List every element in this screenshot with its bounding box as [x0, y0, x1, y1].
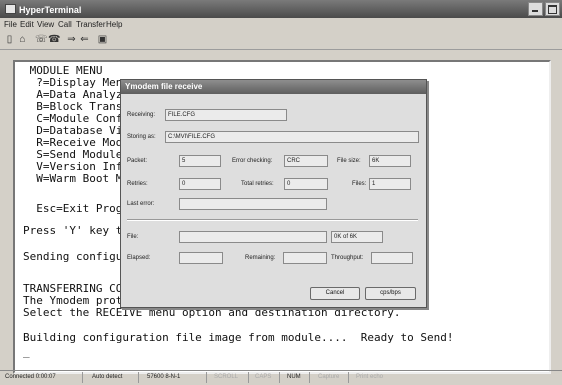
window-title: HyperTerminal	[5, 4, 81, 15]
send-icon[interactable]: ⇒	[66, 35, 77, 45]
storing-label: Storing as:	[127, 134, 156, 140]
remaining-value	[283, 252, 327, 264]
new-icon[interactable]: ▯	[4, 35, 15, 45]
open-folder-icon[interactable]: ⌂	[17, 35, 28, 45]
terminal-line: Esc=Exit Progra	[23, 202, 136, 215]
menu-help[interactable]: Help	[106, 20, 122, 29]
elapsed-value	[179, 252, 223, 264]
packet-label: Packet:	[127, 158, 148, 164]
last-error-label: Last error:	[127, 201, 155, 207]
file-size-label: File size:	[337, 158, 361, 164]
status-connected: Connected 0:00:07	[5, 374, 56, 380]
dialog-divider	[127, 219, 418, 221]
status-detect: Auto detect	[92, 374, 123, 380]
app-icon	[5, 4, 16, 14]
window-title-text: HyperTerminal	[19, 5, 82, 15]
remaining-label: Remaining:	[245, 255, 276, 261]
storing-value: C:\MVI\FILE.CFG	[165, 131, 419, 143]
total-retries-label: Total retries:	[241, 181, 274, 187]
minimize-button[interactable]	[528, 2, 543, 16]
error-checking-label: Error checking:	[232, 158, 273, 164]
cps-bps-button[interactable]: cps/bps	[365, 287, 416, 300]
status-separator	[309, 372, 310, 383]
status-scroll: SCROLL	[214, 374, 239, 380]
cancel-button[interactable]: Cancel	[310, 287, 360, 300]
status-capture: Capture	[318, 374, 340, 380]
status-print-echo: Print echo	[356, 374, 384, 380]
retries-value: 0	[179, 178, 221, 190]
receiving-value: FILE.CFG	[165, 109, 287, 121]
properties-icon[interactable]: ▣	[97, 35, 108, 45]
menu-edit[interactable]: Edit	[20, 20, 34, 29]
status-bar: Connected 0:00:07 Auto detect 57600 8-N-…	[0, 370, 562, 385]
maximize-button[interactable]	[545, 2, 560, 16]
window-controls	[526, 2, 560, 18]
file-size-value: 6K	[369, 155, 411, 167]
status-baud: 57600 8-N-1	[147, 374, 181, 380]
terminal-line: Sending configura	[23, 250, 136, 263]
receive-icon[interactable]: ⇐	[79, 35, 90, 45]
terminal-line: Press 'Y' key to	[23, 224, 129, 237]
file-label: File:	[127, 234, 139, 240]
dialog-title: Ymodem file receive	[121, 80, 426, 94]
menu-call[interactable]: Call	[58, 20, 72, 29]
file-progress-text: 0K of 6K	[331, 231, 383, 243]
status-separator	[248, 372, 249, 383]
receiving-label: Receiving:	[127, 112, 156, 118]
files-label: Files:	[352, 181, 367, 187]
files-value: 1	[369, 178, 411, 190]
terminal-line: W=Warm Boot Mod	[23, 172, 136, 185]
status-separator	[348, 372, 349, 383]
last-error-value	[179, 198, 327, 210]
terminal-line: Select the RECEIVE menu option and desti…	[23, 306, 401, 319]
retries-label: Retries:	[127, 181, 148, 187]
terminal-line: Building configuration file image from m…	[23, 331, 454, 344]
menu-view[interactable]: View	[37, 20, 54, 29]
phone-icon[interactable]: ☏	[35, 35, 48, 45]
status-separator	[279, 372, 280, 383]
packet-value: 5	[179, 155, 221, 167]
throughput-label: Throughput:	[331, 255, 364, 261]
menu-transfer[interactable]: Transfer	[76, 20, 106, 29]
status-separator	[82, 372, 83, 383]
menu-file[interactable]: File	[4, 20, 17, 29]
terminal-cursor: _	[23, 345, 30, 358]
hangup-icon[interactable]: ☎	[48, 35, 60, 45]
ymodem-receive-dialog: Ymodem file receive Receiving: FILE.CFG …	[120, 79, 427, 308]
error-checking-value: CRC	[284, 155, 328, 167]
menu-bar: File Edit View Call Transfer Help	[0, 18, 562, 30]
status-separator	[138, 372, 139, 383]
status-num: NUM	[287, 374, 301, 380]
toolbar: ▯ ⌂ ☏ ☎ ⇒ ⇐ ▣	[0, 31, 562, 50]
status-caps: CAPS	[255, 374, 272, 380]
elapsed-label: Elapsed:	[127, 255, 151, 261]
throughput-value	[371, 252, 413, 264]
total-retries-value: 0	[284, 178, 328, 190]
status-separator	[206, 372, 207, 383]
file-progress-bar	[179, 231, 327, 243]
window-title-bar[interactable]: HyperTerminal	[0, 0, 562, 18]
